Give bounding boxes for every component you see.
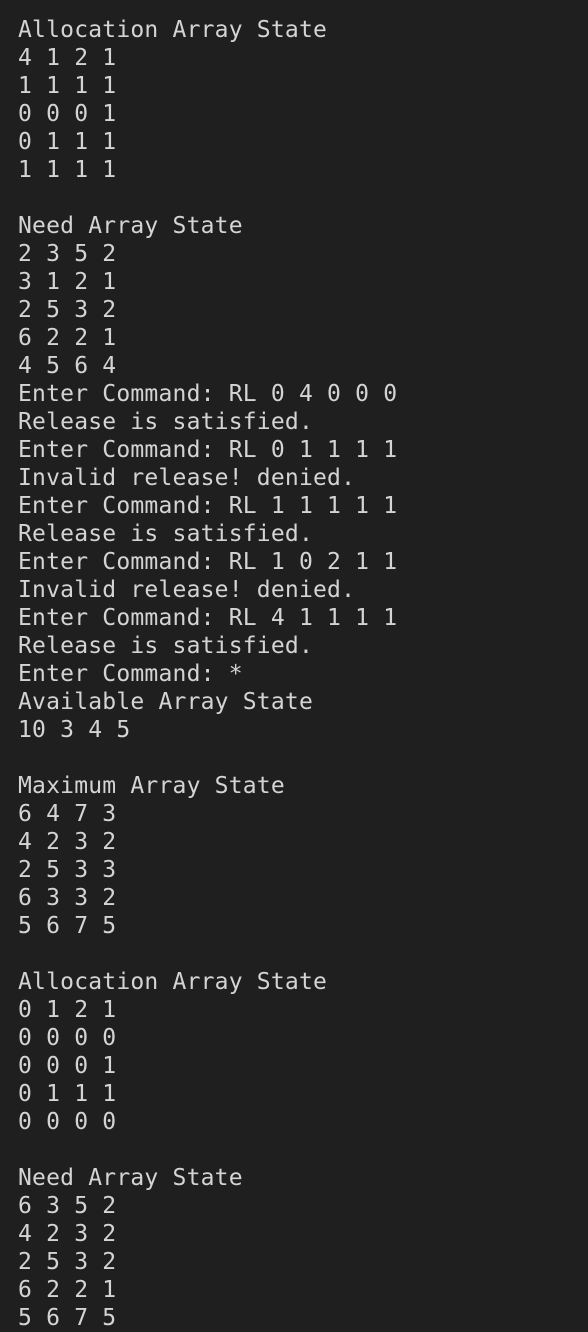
output-line: 6 2 2 1 xyxy=(18,1277,117,1303)
output-line: Allocation Array State xyxy=(18,17,328,43)
command-line: Enter Command: RL 0 1 1 1 1 xyxy=(18,437,398,463)
output-line: 2 5 3 2 xyxy=(18,1249,117,1275)
output-line: 6 3 5 2 xyxy=(18,1193,117,1219)
output-line: Maximum Array State xyxy=(18,773,285,799)
output-line: Allocation Array State xyxy=(18,969,328,995)
output-line: 1 1 1 1 xyxy=(18,73,117,99)
output-line: 4 2 3 2 xyxy=(18,829,117,855)
output-line: 3 1 2 1 xyxy=(18,269,117,295)
output-line: Need Array State xyxy=(18,213,243,239)
output-line: 1 1 1 1 xyxy=(18,157,117,183)
output-line: 0 0 0 0 xyxy=(18,1109,117,1135)
output-line: Release is satisfied. xyxy=(18,521,313,547)
output-line: 6 2 2 1 xyxy=(18,325,117,351)
output-line: 4 2 3 2 xyxy=(18,1221,117,1247)
output-line: Release is satisfied. xyxy=(18,409,313,435)
output-line: Invalid release! denied. xyxy=(18,465,356,491)
command-line: Enter Command: * xyxy=(18,661,243,687)
output-line: 0 0 0 0 xyxy=(18,1025,117,1051)
output-line: 6 3 3 2 xyxy=(18,885,117,911)
output-line: 10 3 4 5 xyxy=(18,717,131,743)
output-line: Need Array State xyxy=(18,1165,243,1191)
output-line: 0 1 1 1 xyxy=(18,129,117,155)
output-line: 5 6 7 5 xyxy=(18,1305,117,1331)
command-line: Enter Command: RL 0 4 0 0 0 xyxy=(18,381,398,407)
output-line: 4 5 6 4 xyxy=(18,353,117,379)
output-line: 5 6 7 5 xyxy=(18,913,117,939)
output-line: 4 1 2 1 xyxy=(18,45,117,71)
output-line: 2 5 3 2 xyxy=(18,297,117,323)
output-line: 2 5 3 3 xyxy=(18,857,117,883)
output-line: Invalid release! denied. xyxy=(18,577,356,603)
output-line: 0 1 1 1 xyxy=(18,1081,117,1107)
output-line: Release is satisfied. xyxy=(18,633,313,659)
output-line: 0 0 0 1 xyxy=(18,101,117,127)
terminal-output[interactable]: Allocation Array State 4 1 2 1 1 1 1 1 0… xyxy=(0,0,588,1331)
output-line: Available Array State xyxy=(18,689,313,715)
output-line: 6 4 7 3 xyxy=(18,801,117,827)
command-line: Enter Command: RL 1 1 1 1 1 xyxy=(18,493,398,519)
output-line: 2 3 5 2 xyxy=(18,241,117,267)
command-line: Enter Command: RL 4 1 1 1 1 xyxy=(18,605,398,631)
output-line: 0 0 0 1 xyxy=(18,1053,117,1079)
command-line: Enter Command: RL 1 0 2 1 1 xyxy=(18,549,398,575)
output-line: 0 1 2 1 xyxy=(18,997,117,1023)
